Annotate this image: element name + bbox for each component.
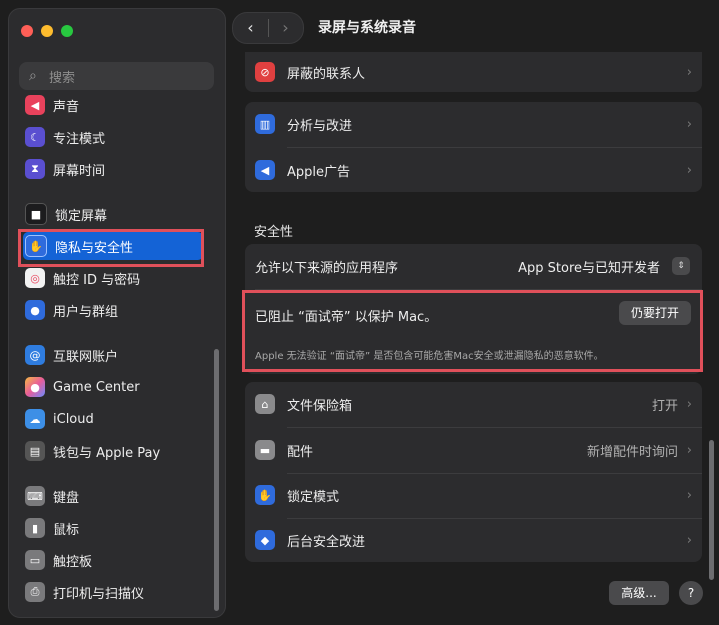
- vault-icon: ⌂: [255, 394, 275, 414]
- chevron-right-icon: ›: [686, 442, 692, 458]
- forward-chevron-icon[interactable]: ›: [268, 13, 303, 43]
- sidebar-item-sound[interactable]: ◀ 声音: [23, 91, 213, 119]
- speaker-icon: ◀: [25, 95, 45, 115]
- mouse-icon: ▮: [25, 518, 45, 538]
- trackpad-icon: ▭: [25, 550, 45, 570]
- block-icon: ⊘: [255, 62, 275, 82]
- chevron-right-icon: ›: [686, 162, 692, 178]
- hourglass-icon: ⧗: [25, 159, 45, 179]
- minimize-button[interactable]: [41, 25, 53, 37]
- chevron-right-icon: ›: [686, 487, 692, 503]
- chart-icon: ▥: [255, 114, 275, 134]
- cloud-icon: ☁: [25, 409, 45, 429]
- page-title: 录屏与系统录音: [318, 20, 416, 36]
- close-button[interactable]: [21, 25, 33, 37]
- search-input[interactable]: 搜索: [49, 67, 75, 86]
- hand-icon: ✋: [25, 235, 47, 257]
- chevron-right-icon: ›: [686, 532, 692, 548]
- sidebar-item-wallet[interactable]: ▤ 钱包与 Apple Pay: [23, 437, 213, 465]
- back-chevron-icon[interactable]: ‹: [233, 13, 268, 43]
- row-lockdown-mode[interactable]: ✋ 锁定模式 ›: [245, 473, 702, 517]
- megaphone-icon: ◀: [255, 160, 275, 180]
- moon-icon: ☾: [25, 127, 45, 147]
- card-blocked-contacts: ⊘ 屏蔽的联系人 ›: [245, 52, 702, 92]
- shield-icon: ◆: [255, 530, 275, 550]
- wallet-icon: ▤: [25, 441, 45, 461]
- chevron-right-icon: ›: [686, 64, 692, 80]
- sidebar-item-game-center[interactable]: ● Game Center: [23, 373, 213, 401]
- sidebar-item-privacy-security[interactable]: ✋ 隐私与安全性: [23, 232, 203, 260]
- zoom-button[interactable]: [61, 25, 73, 37]
- sidebar-item-internet-accounts[interactable]: @ 互联网账户: [23, 341, 213, 369]
- section-heading-security: 安全性: [254, 225, 294, 240]
- chevron-right-icon: ›: [686, 396, 692, 412]
- printer-icon: ⎙: [25, 582, 45, 602]
- row-blocked-contacts[interactable]: ⊘ 屏蔽的联系人 ›: [245, 50, 702, 94]
- updown-chevron-icon[interactable]: ⇕: [672, 257, 690, 275]
- keyboard-icon: ⌨: [25, 486, 45, 506]
- sidebar-item-icloud[interactable]: ☁ iCloud: [23, 405, 213, 433]
- sidebar-item-focus[interactable]: ☾ 专注模式: [23, 123, 213, 151]
- hand-icon: ✋: [255, 485, 275, 505]
- row-analytics[interactable]: ▥ 分析与改进 ›: [245, 102, 702, 146]
- accessory-icon: ▬: [255, 440, 275, 460]
- sidebar-item-keyboard[interactable]: ⌨ 键盘: [23, 482, 213, 510]
- sidebar-item-touch-id[interactable]: ◎ 触控 ID 与密码: [23, 264, 213, 292]
- sidebar-item-users-groups[interactable]: ● 用户与群组: [23, 296, 213, 324]
- users-icon: ●: [25, 300, 45, 320]
- row-background-security[interactable]: ◆ 后台安全改进 ›: [245, 518, 702, 562]
- at-icon: @: [25, 345, 45, 365]
- chevron-right-icon: ›: [686, 116, 692, 132]
- sidebar-item-lock-screen[interactable]: ■ 锁定屏幕: [23, 200, 213, 228]
- card-analytics-ads: ▥ 分析与改进 › ◀ Apple广告 ›: [245, 102, 702, 192]
- row-accessories[interactable]: ▬ 配件 新增配件时询问 ›: [245, 428, 702, 472]
- blocked-app-message: 已阻止 “面试帝” 以保护 Mac。: [255, 310, 438, 325]
- blocked-app-note: Apple 无法验证 “面试帝” 是否包含可能危害Mac安全或泄漏隐私的恶意软件…: [255, 351, 604, 362]
- main-scrollbar[interactable]: [709, 440, 714, 580]
- open-anyway-button[interactable]: 仍要打开: [619, 301, 691, 325]
- nav-buttons: ‹ ›: [232, 12, 304, 44]
- row-allow-apps: 允许以下来源的应用程序 App Store与已知开发者 ⇕: [245, 244, 702, 288]
- advanced-button[interactable]: 高级...: [609, 581, 669, 605]
- sidebar-item-printers[interactable]: ⎙ 打印机与扫描仪: [23, 578, 213, 606]
- allow-apps-select[interactable]: App Store与已知开发者: [518, 257, 660, 276]
- row-apple-ads[interactable]: ◀ Apple广告 ›: [245, 148, 702, 192]
- card-security: 允许以下来源的应用程序 App Store与已知开发者 ⇕ 已阻止 “面试帝” …: [245, 244, 702, 374]
- search-icon: ⌕: [29, 68, 37, 84]
- row-filevault[interactable]: ⌂ 文件保险箱 打开 ›: [245, 382, 702, 426]
- lock-icon: ■: [25, 203, 47, 225]
- sidebar-item-trackpad[interactable]: ▭ 触控板: [23, 546, 213, 574]
- search-field[interactable]: ⌕ 搜索: [19, 62, 214, 90]
- sidebar-scrollbar[interactable]: [214, 349, 219, 611]
- gamecenter-icon: ●: [25, 377, 45, 397]
- toolbar: ‹ › 录屏与系统录音: [232, 8, 719, 48]
- sidebar: ⌕ 搜索 ◀ 声音 ☾ 专注模式 ⧗ 屏幕时间 ■ 锁定屏幕 ✋ 隐私与安全性 …: [8, 8, 226, 618]
- sidebar-item-mouse[interactable]: ▮ 鼠标: [23, 514, 213, 542]
- card-security-features: ⌂ 文件保险箱 打开 › ▬ 配件 新增配件时询问 › ✋ 锁定模式 › ◆ 后…: [245, 382, 702, 562]
- fingerprint-icon: ◎: [25, 268, 45, 288]
- sidebar-item-screen-time[interactable]: ⧗ 屏幕时间: [23, 155, 213, 183]
- help-button[interactable]: ?: [679, 581, 703, 605]
